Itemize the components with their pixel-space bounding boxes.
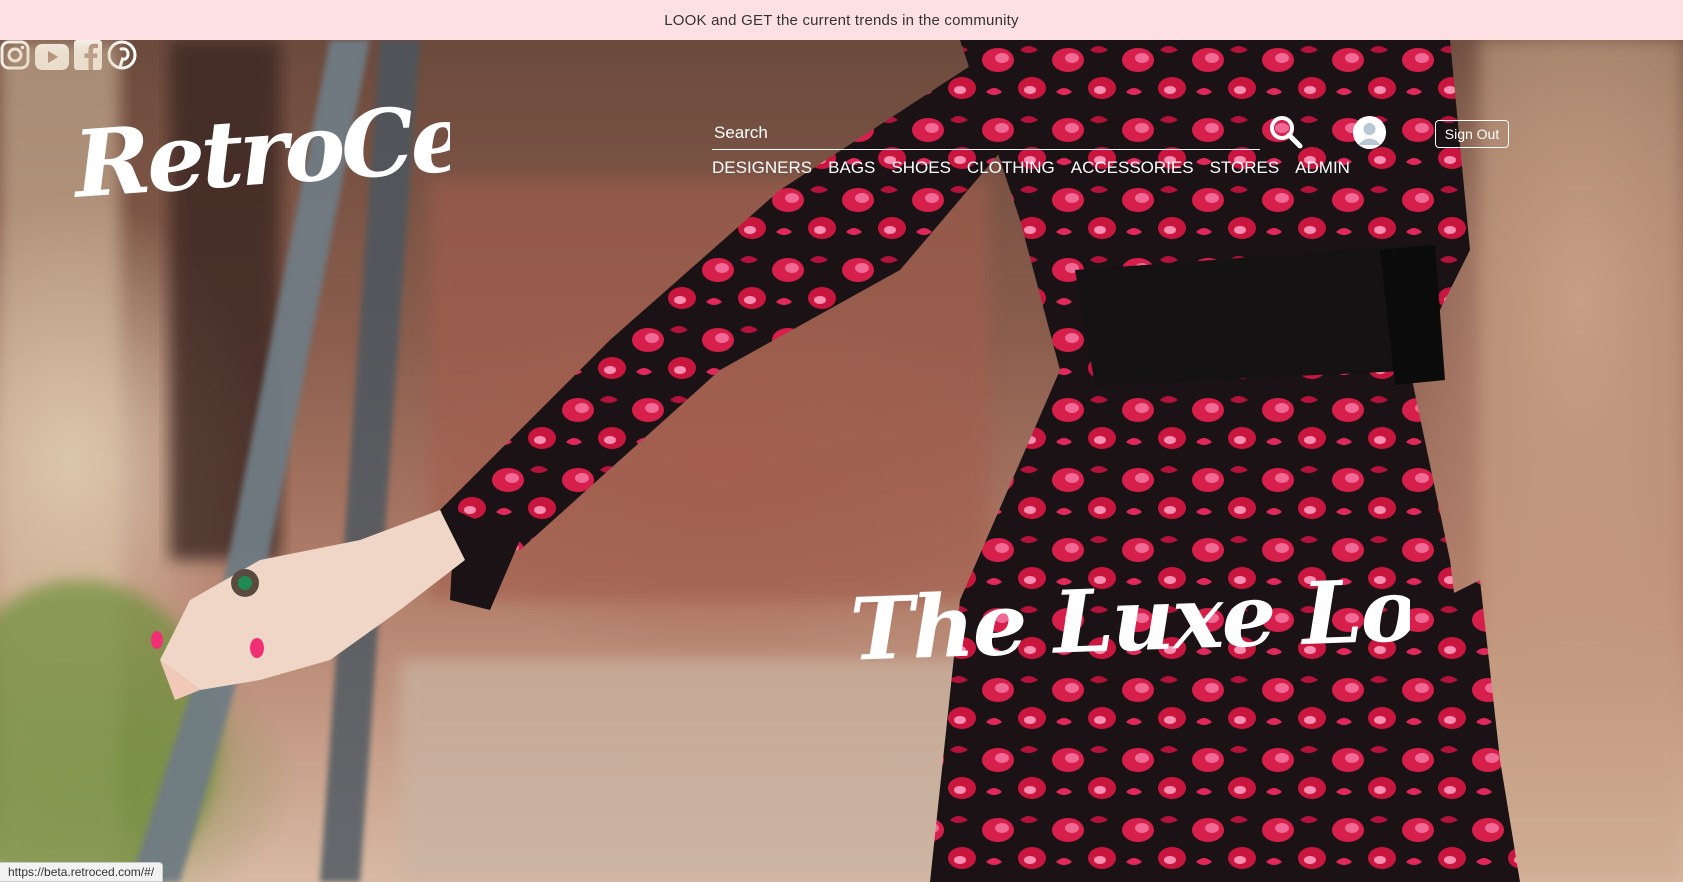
nav-item-bags[interactable]: BAGS — [828, 158, 875, 178]
user-icon — [1353, 116, 1386, 149]
nav-item-designers[interactable]: DESIGNERS — [712, 158, 812, 178]
brand-logo-text: RetroCed — [70, 84, 450, 219]
nav-item-accessories[interactable]: ACCESSORIES — [1071, 158, 1194, 178]
hero-headline: The Luxe Look — [850, 556, 1410, 681]
promo-bar: LOOK and GET the current trends in the c… — [0, 0, 1683, 40]
sign-out-button[interactable]: Sign Out — [1435, 120, 1509, 148]
nav-item-admin[interactable]: ADMIN — [1295, 158, 1350, 178]
search-icon — [1270, 116, 1303, 149]
hero-banner: RetroCed DESIGNERS BAGS SHOES CLOTHING A… — [0, 40, 1683, 882]
avatar[interactable] — [1353, 116, 1386, 149]
search-button[interactable] — [1268, 114, 1304, 150]
brand-logo[interactable]: RetroCed — [70, 84, 450, 224]
nav-item-clothing[interactable]: CLOTHING — [967, 158, 1055, 178]
promo-text: LOOK and GET the current trends in the c… — [664, 11, 1019, 29]
nav-item-shoes[interactable]: SHOES — [891, 158, 951, 178]
main-nav: DESIGNERS BAGS SHOES CLOTHING ACCESSORIE… — [712, 158, 1366, 178]
nav-item-stores[interactable]: STORES — [1210, 158, 1280, 178]
search-input[interactable] — [712, 118, 1232, 148]
search-bar — [712, 118, 1260, 150]
status-bar-url: https://beta.retroced.com/#/ — [0, 862, 164, 882]
hero-headline-text: The Luxe Look — [850, 556, 1410, 681]
